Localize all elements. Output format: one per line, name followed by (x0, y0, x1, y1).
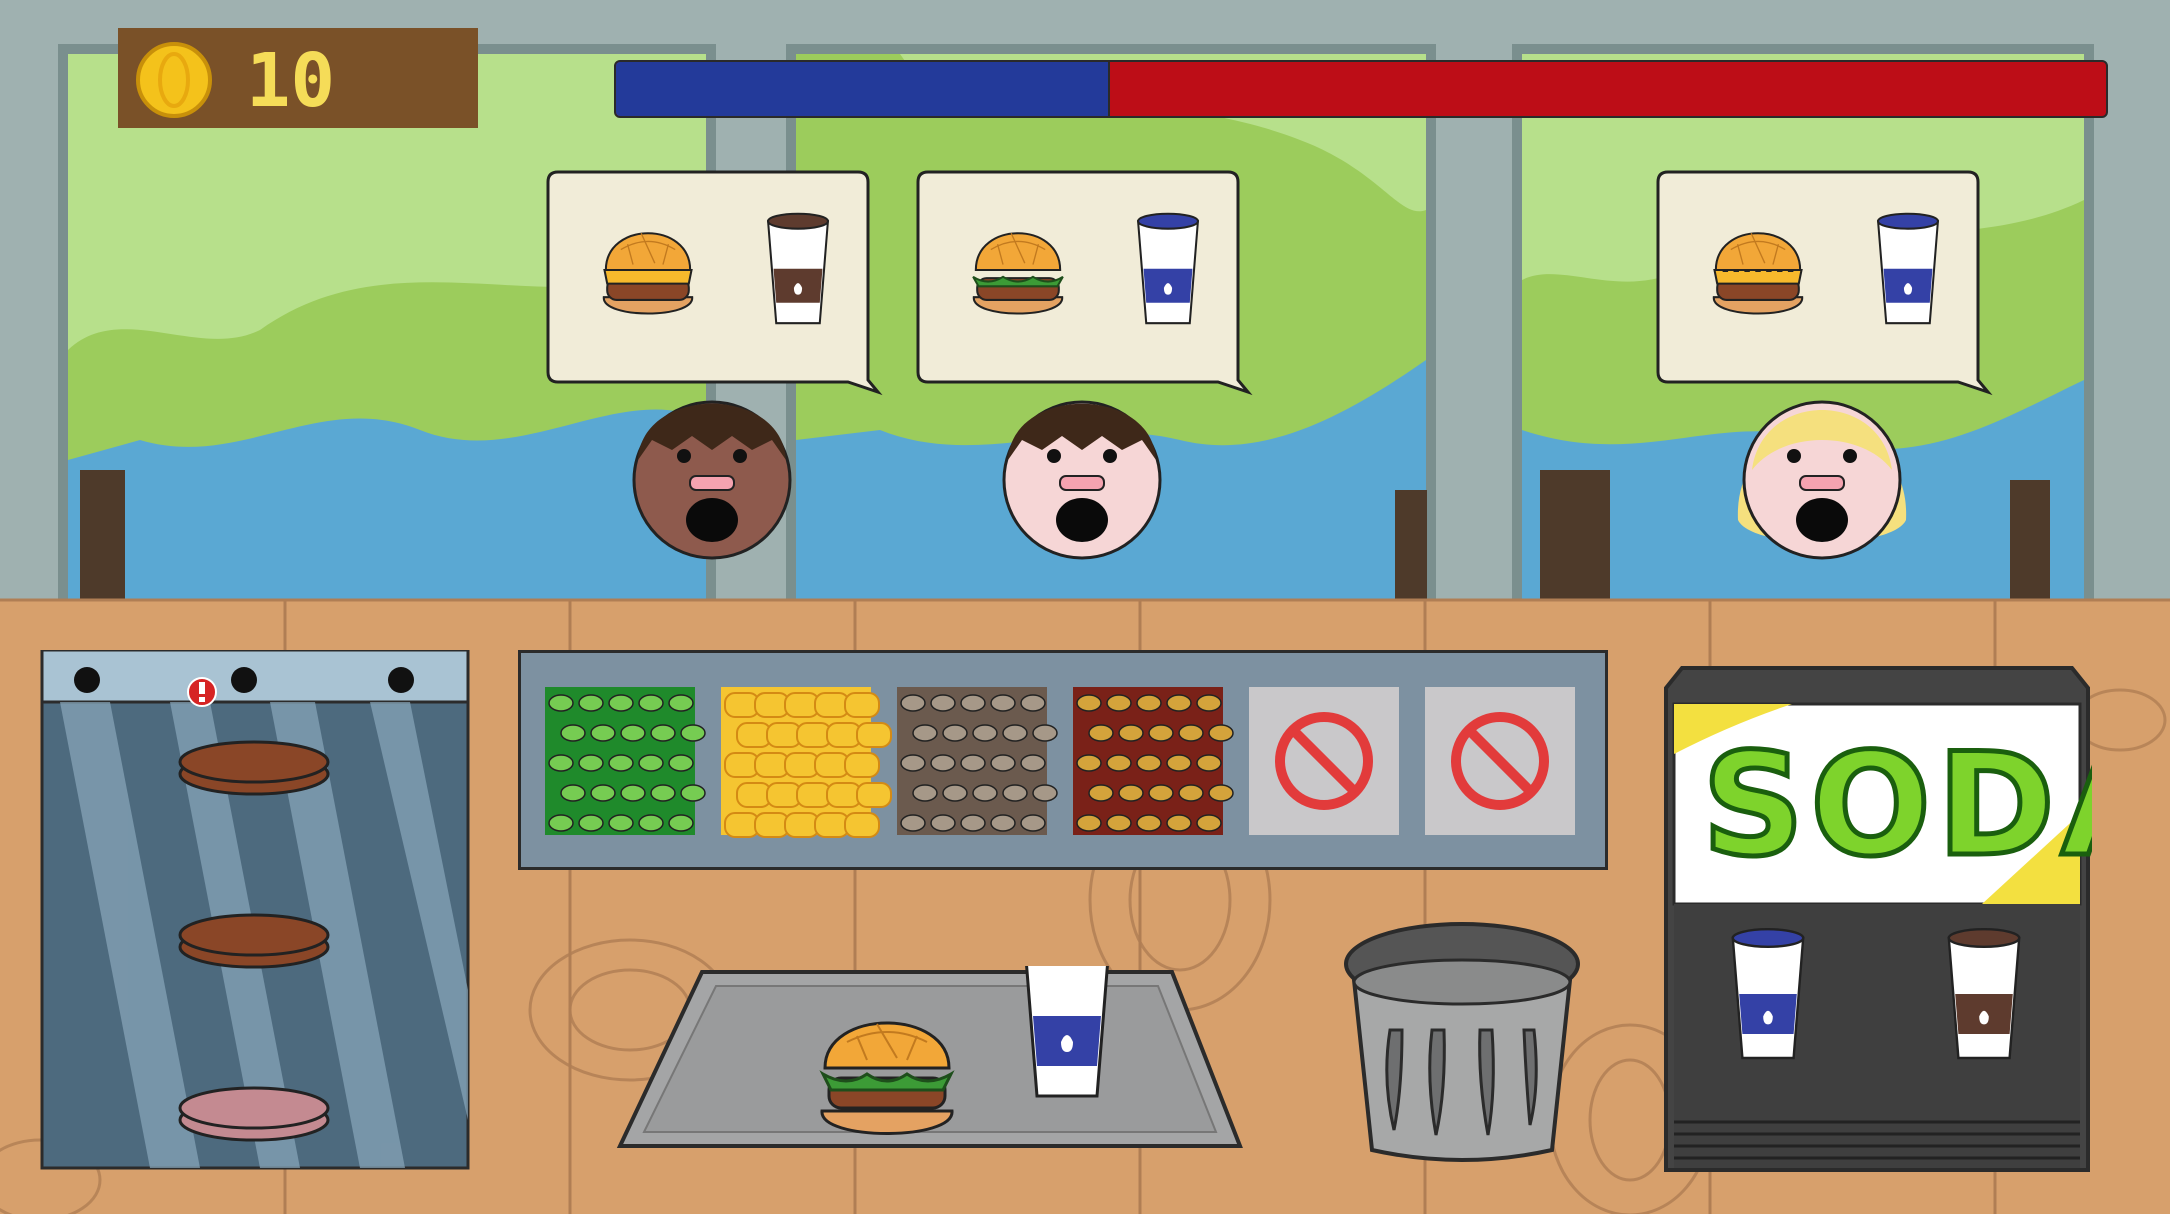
cheeseburger-icon (602, 232, 694, 315)
grill[interactable] (40, 650, 470, 1170)
soda-machine-label: SODA (1702, 723, 2092, 888)
customer[interactable] (546, 170, 883, 560)
cooked-patty[interactable] (178, 740, 330, 796)
order-speech-bubble (546, 170, 883, 396)
customer[interactable] (1656, 170, 1993, 560)
topping-bin-lettuce[interactable] (545, 687, 706, 835)
topping-bin-mushrooms[interactable] (897, 687, 1058, 835)
tray-burger[interactable] (819, 1021, 955, 1135)
exclamation-icon (187, 677, 217, 707)
toppings-graphic (545, 687, 1575, 838)
topping-bin-empty[interactable] (1425, 687, 1575, 835)
customer-face (1737, 400, 1907, 560)
order-speech-bubble (1656, 170, 1993, 396)
cola-cup-icon (1947, 927, 2021, 1060)
toppings-bin (518, 650, 1608, 870)
order-speech-bubble (916, 170, 1253, 396)
soda-machine[interactable]: SODA (1662, 664, 2092, 1194)
trash-can-icon[interactable] (1342, 920, 1582, 1170)
topping-bin-cheese[interactable] (721, 687, 892, 838)
topping-bin-onions[interactable] (1073, 687, 1234, 835)
tray-drink[interactable] (1025, 966, 1109, 1098)
blue-soda-cup-icon (1876, 212, 1940, 325)
raw-patty[interactable] (178, 1086, 330, 1142)
blue-soda-cup-icon (1731, 927, 1805, 1060)
mushroom-cheeseburger-icon (1712, 232, 1804, 315)
customer[interactable] (916, 170, 1253, 560)
customers-area (546, 170, 1993, 560)
blue-soda-cup-icon (1136, 212, 1200, 325)
cooked-patty[interactable] (178, 913, 330, 969)
customer-face (1002, 400, 1162, 560)
serving-tray[interactable] (612, 966, 1252, 1156)
topping-bin-empty[interactable] (1249, 687, 1399, 835)
game-stage: 10 SOD (0, 0, 2170, 1214)
cola-cup-icon (766, 212, 830, 325)
customer-face (632, 400, 792, 560)
